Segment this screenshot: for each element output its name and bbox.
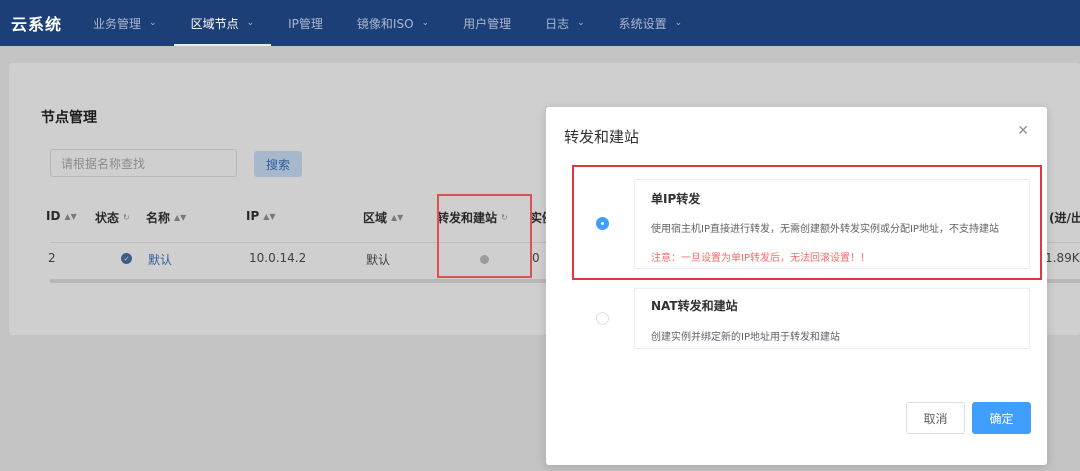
cell-region: 默认 xyxy=(366,253,391,267)
column-header-status[interactable]: 状态 ↻ xyxy=(95,209,130,226)
nav-item-users[interactable]: 用户管理 xyxy=(446,0,528,46)
column-header-label: (进/出 xyxy=(1049,211,1080,225)
option-description: 创建实例并绑定新的IP地址用于转发和建站 xyxy=(651,332,840,343)
column-header-id[interactable]: ID ▲▼ xyxy=(46,209,77,223)
nav-item-images-iso[interactable]: 镜像和ISO ⌄ xyxy=(340,0,446,46)
nav-item-label: 区域节点 xyxy=(190,16,239,31)
highlight-box-single-ip xyxy=(572,165,1042,280)
radio-nat[interactable] xyxy=(596,312,609,325)
chevron-down-icon: ⌄ xyxy=(577,18,585,28)
column-header-label: 区域 xyxy=(363,211,388,225)
status-check-icon: ✓ xyxy=(121,253,132,264)
forwarding-dialog: 转发和建站 ✕ 单IP转发 使用宿主机IP直接进行转发，无需创建额外转发实例或分… xyxy=(546,107,1047,465)
option-title: NAT转发和建站 xyxy=(651,299,738,313)
search-input[interactable]: 请根据名称查找 xyxy=(50,149,237,177)
cancel-button[interactable]: 取消 xyxy=(906,402,965,434)
nav-item-business[interactable]: 业务管理 ⌄ xyxy=(76,0,174,46)
dialog-title: 转发和建站 xyxy=(564,128,640,146)
column-header-label: 名称 xyxy=(146,211,171,225)
column-header-label: 状态 xyxy=(95,211,120,225)
search-placeholder: 请根据名称查找 xyxy=(61,156,146,171)
column-header-label: ID xyxy=(46,209,61,223)
nav-item-settings[interactable]: 系统设置 ⌄ xyxy=(602,0,700,46)
app-brand[interactable]: 云系统 xyxy=(0,11,76,35)
nav-item-label: 日志 xyxy=(545,16,570,31)
cell-ip: 10.0.14.2 xyxy=(249,251,307,265)
search-button[interactable]: 搜索 xyxy=(254,151,302,177)
nav-item-label: 系统设置 xyxy=(618,16,667,31)
column-header-region[interactable]: 区域 ▲▼ xyxy=(363,209,403,226)
cell-instances: 0 xyxy=(532,251,540,265)
refresh-icon: ↻ xyxy=(123,213,130,222)
column-header-name[interactable]: 名称 ▲▼ xyxy=(146,209,186,226)
cell-id: 2 xyxy=(48,251,56,265)
chevron-down-icon: ⌄ xyxy=(421,18,430,28)
sort-icon: ▲▼ xyxy=(391,213,404,222)
option-nat[interactable]: NAT转发和建站 创建实例并绑定新的IP地址用于转发和建站 xyxy=(634,288,1030,349)
column-header-label: IP xyxy=(246,209,260,223)
page-title: 节点管理 xyxy=(41,110,97,126)
cell-traffic: 1.89Ki xyxy=(1045,251,1080,265)
column-header-traffic[interactable]: (进/出 xyxy=(1049,209,1080,226)
sort-icon: ▲▼ xyxy=(174,213,187,222)
nav-item-label: 用户管理 xyxy=(463,16,512,31)
nav-item-label: 业务管理 xyxy=(93,16,142,31)
nav-item-region-nodes[interactable]: 区域节点 ⌄ xyxy=(173,0,272,46)
column-header-ip[interactable]: IP ▲▼ xyxy=(246,209,276,223)
top-navigation: 云系统 业务管理 ⌄ 区域节点 ⌄ IP管理 镜像和ISO ⌄ 用户管理 日志 ⌄ 系统… xyxy=(0,0,1080,46)
nav-item-label: 镜像和ISO xyxy=(356,16,414,31)
close-icon[interactable]: ✕ xyxy=(1017,123,1029,139)
highlight-box-forwarding-column xyxy=(437,194,532,278)
nav-item-ip[interactable]: IP管理 xyxy=(271,0,340,46)
chevron-down-icon: ⌄ xyxy=(149,18,157,28)
nav-item-label: IP管理 xyxy=(288,16,323,31)
sort-icon: ▲▼ xyxy=(64,211,77,221)
cell-name-link[interactable]: 默认 xyxy=(148,251,172,268)
nav-item-logs[interactable]: 日志 ⌄ xyxy=(528,0,602,46)
confirm-button[interactable]: 确定 xyxy=(972,402,1031,434)
chevron-down-icon: ⌄ xyxy=(674,18,683,28)
chevron-down-icon: ⌄ xyxy=(246,18,255,28)
sort-icon: ▲▼ xyxy=(263,211,276,221)
